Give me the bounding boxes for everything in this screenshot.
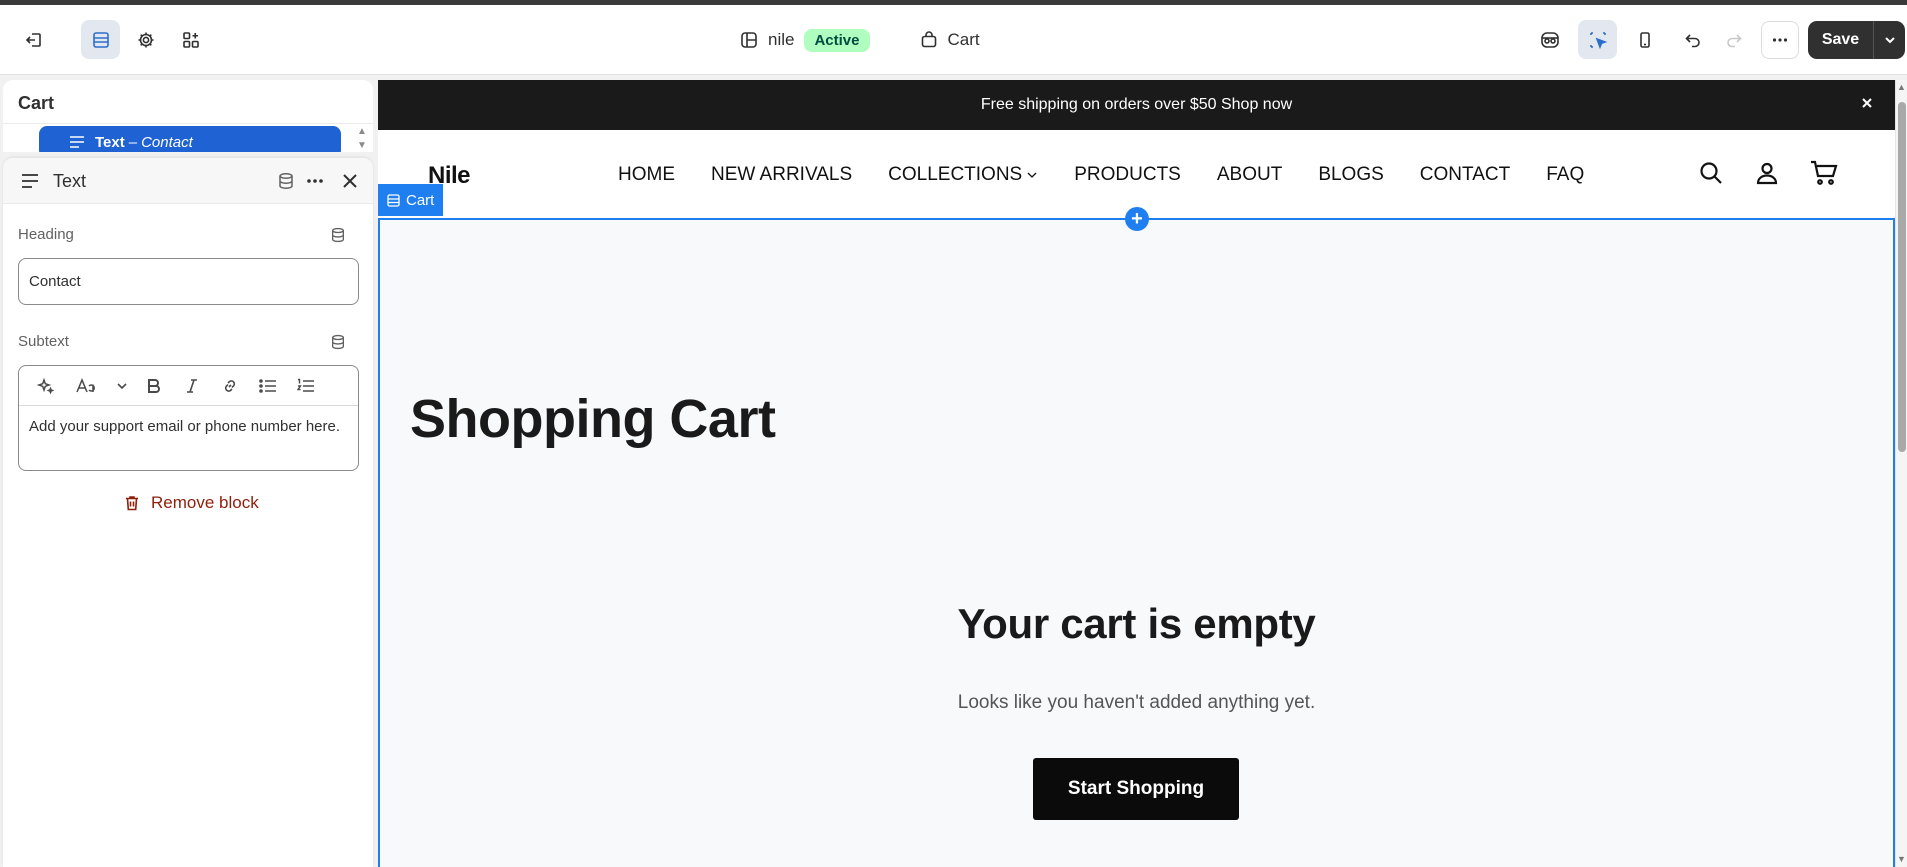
save-group: Save [1808, 21, 1905, 59]
apps-icon[interactable] [171, 20, 210, 59]
text-block-icon [21, 173, 39, 189]
sections-icon[interactable] [81, 20, 120, 59]
redo-icon[interactable] [1714, 20, 1753, 59]
empty-cart-subtitle: Looks like you haven't added anything ye… [957, 692, 1316, 713]
heading-label: Heading [18, 226, 74, 243]
more-options-icon[interactable] [305, 171, 325, 191]
close-announcement-icon[interactable] [1859, 95, 1875, 111]
announcement-text[interactable]: Free shipping on orders over $50 Shop no… [981, 96, 1292, 114]
save-options-chevron-down-icon[interactable] [1873, 21, 1905, 59]
nav-collections[interactable]: COLLECTIONS [888, 164, 1038, 186]
subtext-label: Subtext [18, 333, 69, 350]
account-icon[interactable] [1754, 160, 1780, 186]
chevron-down-icon [1026, 169, 1038, 181]
store-name: nile [768, 30, 795, 49]
link-icon[interactable] [211, 371, 249, 401]
store-selector[interactable]: nile Active Cart [740, 25, 980, 55]
selected-block-item[interactable]: Text – Contact [39, 126, 341, 152]
remove-block-button[interactable]: Remove block [123, 493, 259, 513]
shopping-bag-icon [920, 31, 938, 49]
subtext-dynamic-source-icon[interactable] [330, 334, 346, 350]
ai-sparkle-icon[interactable] [27, 371, 65, 401]
nav-products[interactable]: PRODUCTS [1074, 164, 1181, 186]
add-section-plus-icon[interactable]: + [1125, 207, 1149, 231]
dynamic-source-icon[interactable] [277, 172, 295, 190]
scroll-down-arrow[interactable]: ▼ [1897, 854, 1906, 864]
bold-icon[interactable] [135, 371, 173, 401]
text-block-icon [69, 135, 85, 149]
subtext-value[interactable]: Add your support email or phone number h… [19, 406, 358, 448]
panel-title: Text [53, 171, 87, 191]
cart-icon[interactable] [1810, 160, 1838, 186]
mobile-view-icon[interactable] [1625, 20, 1664, 59]
nav-about[interactable]: ABOUT [1217, 164, 1282, 186]
announcement-bar: Free shipping on orders over $50 Shop no… [378, 80, 1895, 130]
theme-settings-gear-icon[interactable] [126, 20, 165, 59]
italic-icon[interactable] [173, 371, 211, 401]
nav-blogs[interactable]: BLOGS [1318, 164, 1383, 186]
rte-toolbar [19, 366, 358, 406]
section-tree: Cart Text – Contact [3, 80, 373, 152]
header-icons [1698, 160, 1838, 186]
preview-scrollbar[interactable]: ▲ ▼ [1895, 80, 1907, 867]
inspector-select-icon[interactable] [1578, 20, 1617, 59]
exit-icon[interactable] [14, 20, 53, 59]
save-button[interactable]: Save [1808, 21, 1873, 59]
undo-icon[interactable] [1673, 20, 1712, 59]
subtext-rich-text-editor: Add your support email or phone number h… [18, 365, 359, 471]
empty-cart-title: Your cart is empty [957, 600, 1316, 647]
scrollbar-thumb[interactable] [1898, 102, 1906, 452]
block-type-label: Text [95, 133, 125, 151]
divider [3, 123, 373, 124]
page-title: Shopping Cart [410, 389, 776, 449]
section-tag[interactable]: Cart [378, 184, 444, 216]
remove-block-label: Remove block [151, 493, 259, 512]
start-shopping-button[interactable]: Start Shopping [1033, 758, 1239, 820]
template-selector[interactable]: Cart [948, 30, 980, 50]
nav-new-arrivals[interactable]: NEW ARRIVALS [711, 164, 852, 186]
heading-dynamic-source-icon[interactable] [330, 227, 346, 243]
nav-contact[interactable]: CONTACT [1420, 164, 1510, 186]
editor-toolbar: nile Active Cart Save [0, 5, 1907, 75]
text-style-icon[interactable] [65, 371, 109, 401]
block-name-label: Contact [141, 133, 193, 151]
trash-icon [123, 494, 141, 512]
nav-collections-label: COLLECTIONS [888, 164, 1023, 185]
tree-scroll-arrows[interactable]: ▲ ▼ [357, 125, 367, 153]
nav-home[interactable]: HOME [618, 164, 675, 186]
block-separator: – [128, 133, 138, 151]
nav-faq[interactable]: FAQ [1546, 164, 1584, 186]
close-icon[interactable] [340, 171, 360, 191]
heading-input[interactable]: Contact [18, 258, 359, 305]
preview-mode-icon[interactable] [1530, 20, 1569, 59]
block-settings-panel: Text Heading Contact Subtext Add your su… [3, 158, 373, 867]
scroll-up-arrow[interactable]: ▲ [1897, 82, 1906, 92]
storefront-preview: Free shipping on orders over $50 Shop no… [378, 80, 1895, 867]
panel-header: Text [3, 158, 373, 204]
text-style-chevron-down-icon[interactable] [109, 371, 135, 401]
section-tag-label: Cart [406, 191, 435, 209]
theme-icon [740, 31, 758, 49]
more-actions-icon[interactable] [1761, 21, 1799, 59]
section-title: Cart [18, 93, 55, 113]
numbered-list-icon[interactable] [287, 371, 325, 401]
section-icon [387, 193, 400, 207]
search-icon[interactable] [1698, 160, 1724, 186]
main-nav: HOME NEW ARRIVALS COLLECTIONS PRODUCTS A… [618, 164, 1584, 186]
bulleted-list-icon[interactable] [249, 371, 287, 401]
status-badge: Active [804, 28, 870, 52]
